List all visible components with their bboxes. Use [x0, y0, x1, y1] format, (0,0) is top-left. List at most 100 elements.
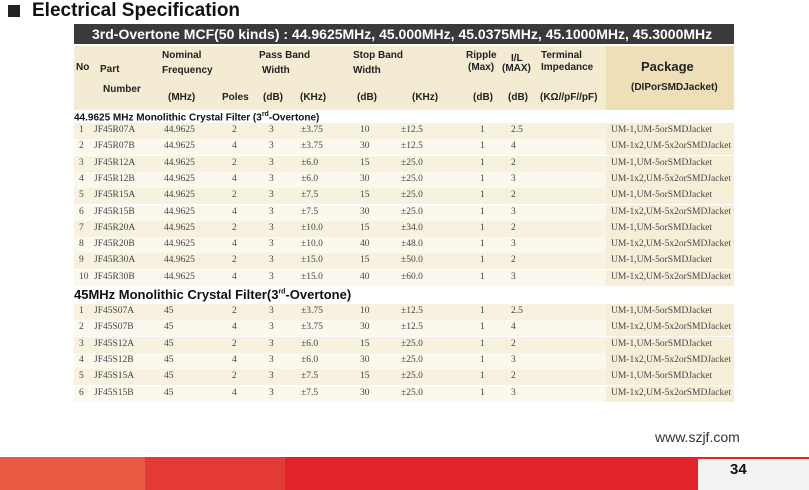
cell-stop-khz: ±25.0 [401, 173, 423, 184]
cell-frequency: 44.9625 [164, 239, 195, 250]
cell-pass-db: 3 [269, 387, 274, 398]
cell-frequency: 45 [164, 387, 174, 398]
header-terminal: Terminal [541, 50, 582, 61]
cell-ripple: 1 [480, 306, 485, 316]
cell-package: UM-1x2,UM-5x2orSMDJacket [611, 141, 732, 152]
cell-pass-khz: ±7.5 [301, 371, 319, 382]
table-row: 4 JF45S12B 45 4 3 ±6.0 30 ±25.0 1 3 UM-1x2,UM-5x2o… [74, 352, 734, 369]
package-header-cell [606, 46, 734, 110]
section2-title: 45MHz Monolithic Crystal Filter(3rd-Over… [74, 287, 352, 302]
cell-no: 10 [79, 271, 89, 282]
cell-il: 2 [511, 222, 516, 233]
cell-poles: 4 [232, 387, 237, 398]
page-number-box [698, 459, 809, 490]
spec-banner: 3rd-Overtone MCF(50 kinds) : 44.9625MHz,… [74, 24, 734, 44]
cell-frequency: 44.9625 [164, 141, 195, 152]
cell-no: 2 [79, 322, 84, 333]
website-url: www.szjf.com [655, 429, 740, 445]
cell-stop-db: 10 [360, 306, 370, 316]
header-impedance: Impedance [541, 62, 594, 73]
cell-il: 4 [511, 322, 516, 333]
cell-pass-khz: ±6.0 [301, 354, 319, 365]
cell-ripple: 1 [480, 157, 485, 168]
cell-poles: 2 [232, 125, 237, 135]
cell-poles: 4 [232, 206, 237, 217]
header-stop-band: Stop Band [353, 50, 403, 61]
header-package: Package [641, 59, 694, 74]
footer-bar: 34 [0, 457, 809, 490]
cell-pass-db: 3 [269, 371, 274, 382]
cell-frequency: 45 [164, 338, 174, 349]
cell-ripple: 1 [480, 190, 485, 201]
header-nominal: Nominal [162, 50, 202, 61]
header-number: Number [103, 84, 141, 95]
header-part: Part [100, 64, 120, 75]
table-row: 5 JF45R15A 44.9625 2 3 ±7.5 15 ±25.0 1 2 UM-1,UM-5… [74, 188, 734, 205]
cell-part: JF45S07B [94, 322, 134, 333]
cell-package: UM-1x2,UM-5x2orSMDJacket [611, 239, 732, 250]
cell-frequency: 44.9625 [164, 271, 195, 282]
cell-stop-db: 30 [360, 141, 370, 152]
cell-ripple: 1 [480, 141, 485, 152]
cell-package: UM-1x2,UM-5x2orSMDJacket [611, 387, 732, 398]
header-kohm-pf: (KΩ//pF//pF) [540, 92, 598, 103]
cell-pass-db: 3 [269, 222, 274, 233]
cell-il: 3 [511, 271, 516, 282]
cell-no: 1 [79, 125, 84, 135]
cell-poles: 2 [232, 222, 237, 233]
cell-il: 2 [511, 255, 516, 266]
cell-pass-db: 3 [269, 125, 274, 135]
cell-package: UM-1,UM-5orSMDJacket [611, 222, 713, 233]
cell-stop-khz: ±48.0 [401, 239, 423, 250]
table-row: 6 JF45S15B 45 4 3 ±7.5 30 ±25.0 1 3 UM-1x2,UM-5x2o… [74, 385, 734, 402]
cell-no: 5 [79, 190, 84, 201]
cell-pass-khz: ±6.0 [301, 173, 319, 184]
cell-no: 4 [79, 173, 84, 184]
cell-poles: 4 [232, 354, 237, 365]
section1-title: 44.9625 MHz Monolithic Crystal Filter (3… [74, 111, 320, 124]
cell-part: JF45R30B [94, 271, 135, 282]
cell-stop-khz: ±12.5 [401, 322, 423, 333]
cell-il: 2.5 [511, 125, 523, 135]
header-stop-width: Width [353, 65, 381, 76]
cell-poles: 2 [232, 255, 237, 266]
cell-part: JF45R15B [94, 206, 135, 217]
cell-il: 2 [511, 371, 516, 382]
cell-stop-khz: ±12.5 [401, 125, 423, 135]
cell-il: 3 [511, 239, 516, 250]
cell-package: UM-1,UM-5orSMDJacket [611, 306, 713, 316]
cell-stop-db: 30 [360, 173, 370, 184]
table-row: 1 JF45S07A 45 2 3 ±3.75 10 ±12.5 1 2.5 UM-1,UM-5or… [74, 304, 734, 320]
cell-ripple: 1 [480, 239, 485, 250]
cell-frequency: 44.9625 [164, 125, 195, 135]
cell-stop-khz: ±34.0 [401, 222, 423, 233]
cell-poles: 4 [232, 173, 237, 184]
cell-poles: 2 [232, 338, 237, 349]
table-row: 3 JF45S12A 45 2 3 ±6.0 15 ±25.0 1 2 UM-1,UM-5orSMD… [74, 336, 734, 353]
header-pass-khz: (KHz) [300, 92, 327, 103]
cell-stop-db: 15 [360, 338, 370, 349]
cell-poles: 2 [232, 157, 237, 168]
header-package-sub: (DIPorSMDJacket) [631, 82, 718, 93]
table-row: 1 JF45R07A 44.9625 2 3 ±3.75 10 ±12.5 1 2.5 UM-1,U… [74, 123, 734, 139]
cell-ripple: 1 [480, 206, 485, 217]
cell-part: JF45R20B [94, 239, 135, 250]
header-poles: Poles [222, 92, 249, 103]
section-title: Electrical Specification [32, 0, 241, 21]
cell-stop-khz: ±60.0 [401, 271, 423, 282]
table-row: 9 JF45R30A 44.9625 2 3 ±15.0 15 ±50.0 1 2 UM-1,UM-… [74, 253, 734, 270]
table-row: 3 JF45R12A 44.9625 2 3 ±6.0 15 ±25.0 1 2 UM-1,UM-5… [74, 155, 734, 172]
cell-il: 3 [511, 173, 516, 184]
cell-no: 3 [79, 338, 84, 349]
cell-frequency: 44.9625 [164, 190, 195, 201]
table-row: 6 JF45R15B 44.9625 4 3 ±7.5 30 ±25.0 1 3 UM-1x2,UM… [74, 204, 734, 221]
cell-pass-khz: ±10.0 [301, 239, 323, 250]
cell-il: 2.5 [511, 306, 523, 316]
cell-pass-khz: ±3.75 [301, 125, 323, 135]
table-row: 7 JF45R20A 44.9625 2 3 ±10.0 15 ±34.0 1 2 UM-1,UM-… [74, 220, 734, 237]
header-pass-band: Pass Band [259, 50, 311, 61]
cell-stop-khz: ±25.0 [401, 206, 423, 217]
cell-ripple: 1 [480, 255, 485, 266]
table-row: 8 JF45R20B 44.9625 4 3 ±10.0 40 ±48.0 1 3 UM-1x2,U… [74, 237, 734, 254]
cell-stop-db: 40 [360, 271, 370, 282]
